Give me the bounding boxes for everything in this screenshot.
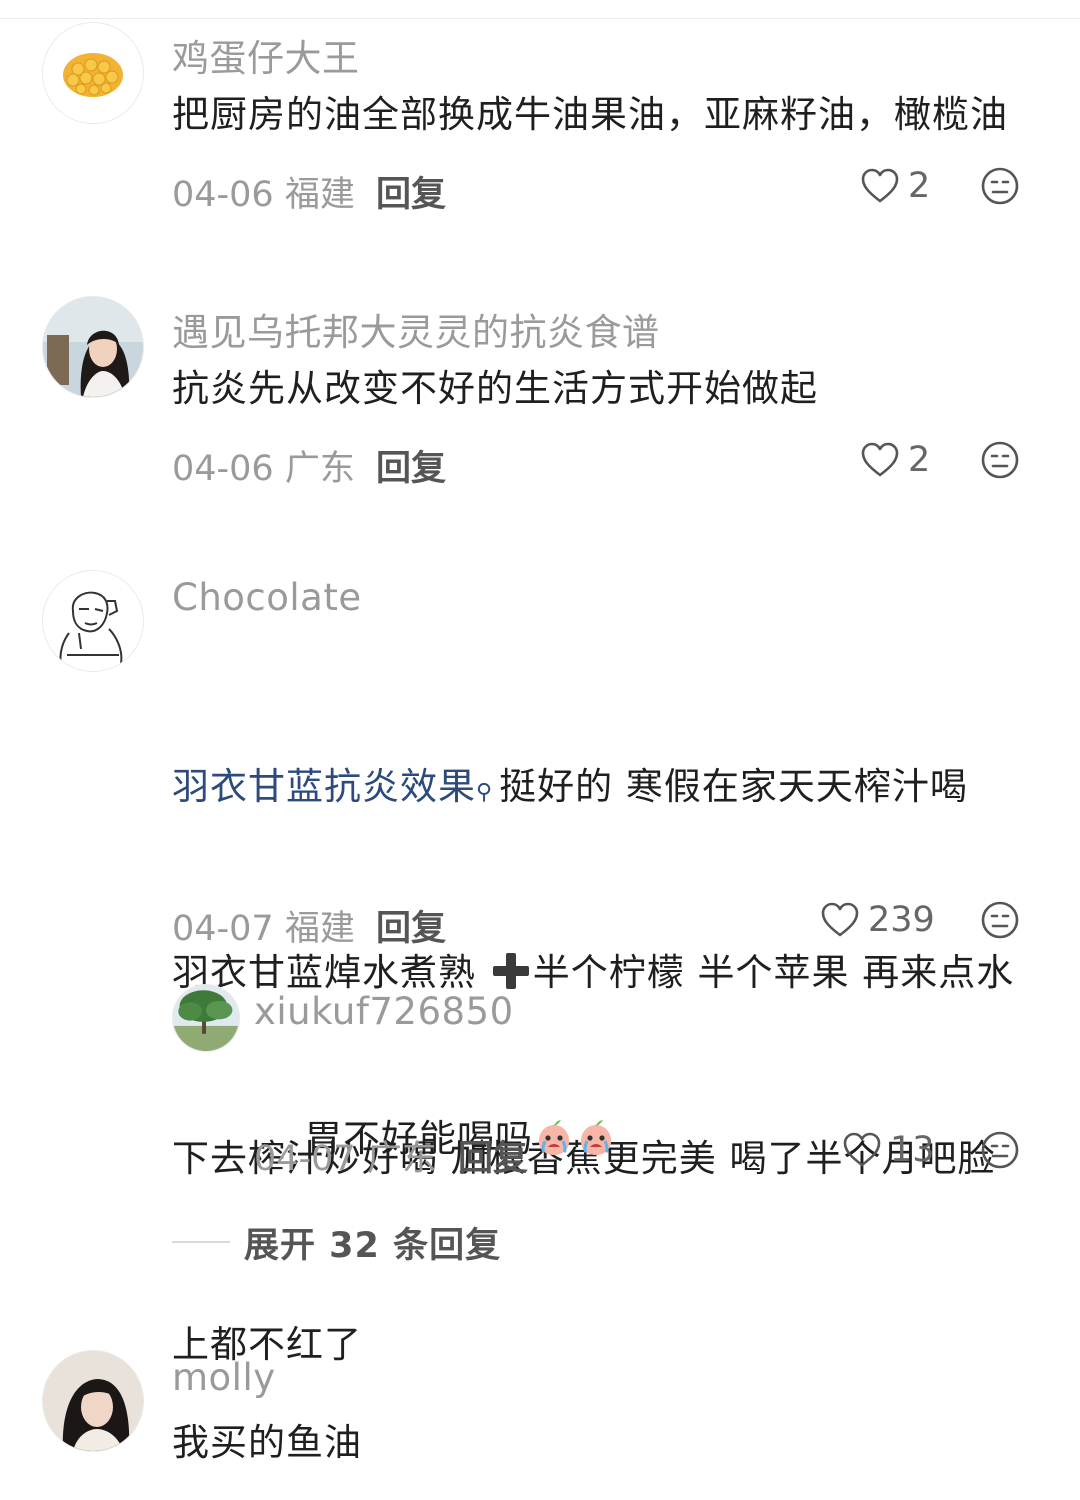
comment-username[interactable]: 遇见乌托邦大灵灵的抗炎食谱: [172, 302, 660, 356]
comment-meta: 04-06 广东 回复 2: [172, 436, 1032, 489]
avatar[interactable]: [42, 296, 144, 398]
avatar[interactable]: [42, 1350, 144, 1452]
reply-username[interactable]: xiukuf726850: [254, 990, 514, 1033]
avatar[interactable]: [42, 22, 144, 124]
reply-button[interactable]: 回复: [376, 900, 446, 951]
heart-outline-icon: [843, 1132, 881, 1167]
like-count: 13: [890, 1130, 935, 1170]
expand-replies-label: 展开 32 条回复: [244, 1225, 502, 1266]
heart-outline-icon: [861, 442, 899, 477]
expand-replies-button[interactable]: 展开 32 条回复: [172, 1220, 501, 1266]
comment-text-fragment: 挺好的 寒假在家天天榨汁喝: [499, 765, 968, 808]
like-count: 239: [868, 900, 935, 940]
like-count: 2: [908, 166, 931, 206]
comment-username[interactable]: Chocolate: [172, 576, 362, 619]
like-button[interactable]: 13: [842, 1128, 935, 1172]
heart-outline-icon: [821, 902, 859, 937]
reply-meta: 04-07 广东 回复 13: [254, 1126, 1032, 1179]
comment-date-location: 04-07 福建: [172, 909, 355, 949]
like-count: 2: [908, 440, 931, 480]
reply-avatar[interactable]: [172, 984, 240, 1052]
comment-username[interactable]: molly: [172, 1356, 276, 1399]
reply-button[interactable]: 回复: [376, 166, 446, 217]
reply-button[interactable]: 回复: [376, 440, 446, 491]
search-tag-icon[interactable]: ⚲: [476, 780, 493, 805]
comment-text: 把厨房的油全部换成牛油果油，亚麻籽油，橄榄油: [172, 93, 1008, 136]
comment-meta: 04-07 福建 回复 239: [172, 896, 1032, 949]
comment-text-fragment: 半个柠檬 半个苹果 再来点水: [532, 951, 1015, 994]
dislike-face-icon[interactable]: [980, 166, 1020, 206]
comment-date-location: 04-06 福建: [172, 175, 355, 215]
dislike-face-icon[interactable]: [980, 1130, 1020, 1170]
comment-meta: 04-06 福建 回复 2: [172, 162, 1032, 215]
comment-date-location: 04-06 广东: [172, 449, 355, 489]
comment-text-line: 上都不红了: [172, 1323, 362, 1366]
reply-button[interactable]: 回复: [458, 1130, 528, 1181]
dislike-face-icon[interactable]: [980, 440, 1020, 480]
top-divider: [0, 0, 1080, 19]
like-button[interactable]: 2: [860, 164, 930, 208]
expand-divider: [172, 1241, 230, 1243]
comment-text-line: 羽衣甘蓝抗炎效果⚲ 挺好的 寒假在家天天榨汁喝: [172, 756, 1052, 818]
avatar[interactable]: [42, 570, 144, 672]
search-tag-link[interactable]: 羽衣甘蓝抗炎效果: [172, 765, 476, 808]
heavy-plus-emoji: [492, 952, 529, 989]
dislike-face-icon[interactable]: [980, 900, 1020, 940]
like-button[interactable]: 239: [820, 898, 935, 942]
reply-date-location: 04-07 广东: [254, 1139, 437, 1179]
heart-outline-icon: [861, 168, 899, 203]
comment-username[interactable]: 鸡蛋仔大王: [172, 28, 360, 82]
comment-text: 我买的鱼油: [172, 1421, 362, 1464]
comment-text: 抗炎先从改变不好的生活方式开始做起: [172, 367, 818, 410]
like-button[interactable]: 2: [860, 438, 930, 482]
